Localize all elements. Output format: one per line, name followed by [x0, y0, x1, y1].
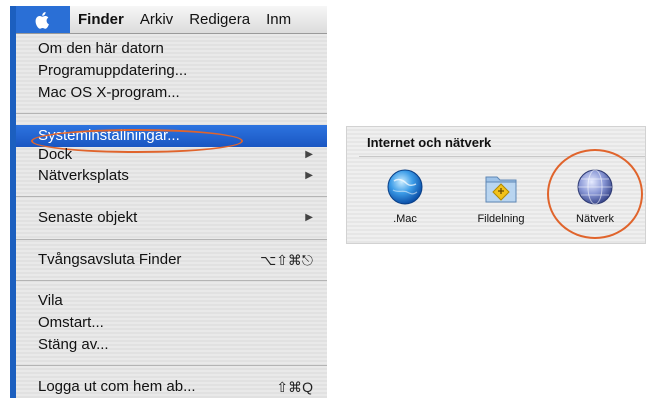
- menu-item-label: Omstart...: [38, 314, 104, 331]
- menu-separator: [16, 196, 327, 197]
- pref-label: Nätverk: [576, 213, 614, 225]
- network-globe-icon: [577, 169, 613, 205]
- menubar-finder[interactable]: Finder: [70, 11, 132, 28]
- menu-item-label: Nätverksplats: [38, 167, 129, 184]
- apple-logo-icon: [35, 11, 49, 29]
- submenu-arrow-icon: ▶: [305, 212, 313, 223]
- section-title: Internet och nätverk: [367, 135, 492, 150]
- menu-item-system-preferences[interactable]: Systeminställningar...: [16, 125, 327, 153]
- menu-item-log-out[interactable]: Logga ut com hem ab... ⇧⌘Q: [16, 376, 327, 398]
- menu-item-dock[interactable]: Dock ▶: [16, 147, 327, 163]
- menu-item-force-quit[interactable]: Tvångsavsluta Finder ⌥⇧⌘⎋: [16, 249, 327, 271]
- menu-separator: [16, 239, 327, 240]
- menu-item-label: Tvångsavsluta Finder: [38, 251, 182, 268]
- pref-network[interactable]: Nätverk: [555, 167, 635, 225]
- menu-item-sleep[interactable]: Vila: [16, 290, 327, 312]
- menu-item-recent-items[interactable]: Senaste objekt ▶: [16, 207, 327, 229]
- menubar-redigera[interactable]: Redigera: [181, 11, 258, 28]
- pref-label: Fildelning: [477, 213, 525, 225]
- menubar-arkiv[interactable]: Arkiv: [132, 11, 181, 28]
- menu-item-label: Senaste objekt: [38, 209, 138, 226]
- apple-menu-dropdown: Om den här datorn Programuppdatering... …: [16, 34, 327, 398]
- menu-item-label: Logga ut com hem ab...: [38, 378, 196, 395]
- pref-label: .Mac: [393, 213, 417, 225]
- menu-item-mac-os-x-software[interactable]: Mac OS X-program...: [16, 82, 327, 104]
- system-preferences-panel: Internet och nätverk .Mac Fildelning Nät…: [346, 126, 646, 244]
- keyboard-shortcut: ⌥⇧⌘⎋: [260, 252, 313, 268]
- dotmac-globe-icon: [387, 169, 423, 205]
- menu-item-label: Programuppdatering...: [38, 62, 188, 79]
- menu-item-label: Om den här datorn: [38, 40, 164, 57]
- menu-item-label: Systeminställningar...: [38, 127, 180, 144]
- menubar-installningar[interactable]: Inm: [258, 11, 299, 28]
- section-divider: [359, 156, 645, 157]
- menu-item-about[interactable]: Om den här datorn: [16, 38, 327, 60]
- menu-bar: Finder Arkiv Redigera Inm: [16, 6, 327, 34]
- submenu-arrow-icon: ▶: [305, 149, 313, 160]
- menu-item-shut-down[interactable]: Stäng av...: [16, 334, 327, 356]
- menu-item-restart[interactable]: Omstart...: [16, 312, 327, 334]
- menu-item-network-location[interactable]: Nätverksplats ▶: [16, 165, 327, 187]
- pref-dotmac[interactable]: .Mac: [365, 167, 445, 225]
- pref-file-sharing[interactable]: Fildelning: [461, 167, 541, 225]
- menu-item-label: Stäng av...: [38, 336, 109, 353]
- keyboard-shortcut: ⇧⌘Q: [276, 379, 313, 395]
- menu-item-label: Mac OS X-program...: [38, 84, 180, 101]
- menu-item-software-update[interactable]: Programuppdatering...: [16, 60, 327, 82]
- menu-item-label: Dock: [38, 146, 73, 163]
- file-sharing-folder-icon: [485, 176, 517, 203]
- menu-separator: [16, 113, 327, 114]
- apple-menu-screenshot: Finder Arkiv Redigera Inm Om den här dat…: [10, 6, 327, 398]
- submenu-arrow-icon: ▶: [305, 170, 313, 181]
- menu-separator: [16, 365, 327, 366]
- menu-item-label: Vila: [38, 292, 63, 309]
- apple-menu-button[interactable]: [16, 6, 70, 33]
- menu-separator: [16, 280, 327, 281]
